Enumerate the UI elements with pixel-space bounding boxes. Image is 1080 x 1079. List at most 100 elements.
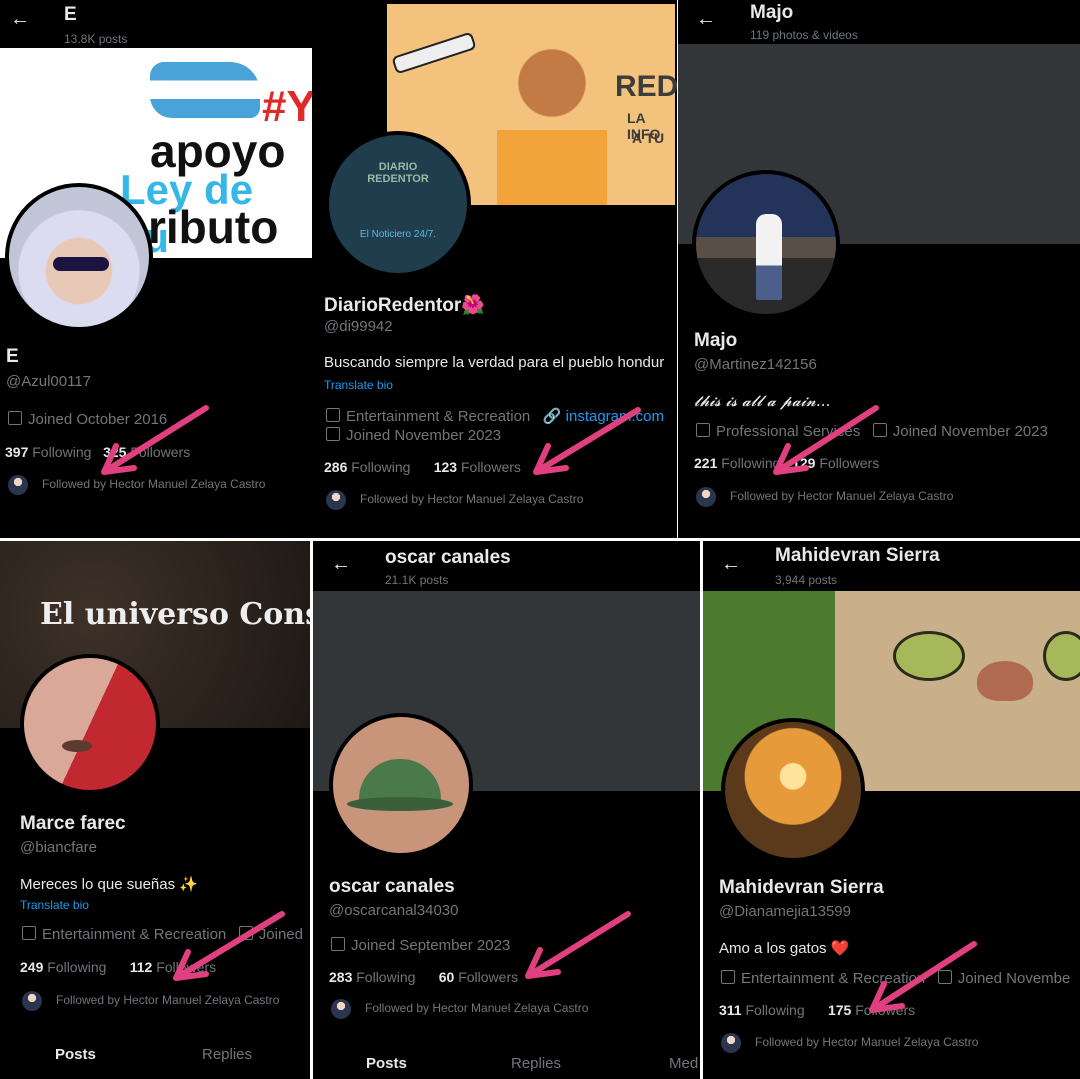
profile-name: E bbox=[6, 346, 19, 367]
avatar-eye bbox=[62, 740, 92, 752]
avatar[interactable] bbox=[5, 183, 153, 331]
followers-count[interactable]: 175 Followers bbox=[828, 1002, 915, 1018]
banner-brand: RED bbox=[615, 70, 677, 103]
hat-band bbox=[347, 797, 453, 811]
profile-category: Entertainment & Recreation Joined bbox=[22, 926, 303, 943]
mini-avatar bbox=[696, 487, 716, 507]
followers-count[interactable]: 112 Followers bbox=[130, 959, 216, 975]
mini-avatar bbox=[326, 490, 346, 510]
following-count[interactable]: 249 Following bbox=[20, 959, 106, 975]
following-count[interactable]: 283 Following bbox=[329, 969, 415, 985]
back-arrow-icon[interactable]: ← bbox=[721, 553, 741, 576]
followers-count[interactable]: 123 Followers bbox=[434, 459, 521, 475]
tab-posts[interactable]: Posts bbox=[366, 1055, 407, 1072]
cat-nose bbox=[977, 661, 1033, 701]
briefcase-icon bbox=[22, 926, 36, 940]
mini-avatar bbox=[22, 991, 42, 1011]
mini-avatar bbox=[8, 475, 28, 495]
profile-name: DiarioRedentor🌺 bbox=[324, 295, 485, 316]
profile-category: Entertainment & Recreation Joined Novemb… bbox=[721, 970, 1070, 987]
follow-counts: 221 Following 129 Followers bbox=[694, 455, 879, 471]
profile-topbar: ← Mahidevran Sierra 3,944 posts bbox=[703, 541, 1080, 589]
following-count[interactable]: 286 Following bbox=[324, 459, 410, 475]
followed-by[interactable]: Followed by Hector Manuel Zelaya Castro bbox=[326, 490, 583, 510]
topbar-title: Majo bbox=[750, 2, 794, 23]
joined-date: Joined November 2023 bbox=[326, 427, 501, 444]
followed-by[interactable]: Followed by Hector Manuel Zelaya Castro bbox=[696, 487, 953, 507]
back-arrow-icon[interactable]: ← bbox=[696, 8, 716, 31]
calendar-icon bbox=[937, 970, 952, 984]
follow-counts: 283 Following 60 Followers bbox=[329, 969, 518, 985]
profile-handle: @di99942 bbox=[324, 318, 393, 335]
broadcaster-figure bbox=[497, 34, 607, 205]
followers-count[interactable]: 129 Followers bbox=[792, 455, 879, 471]
following-count[interactable]: 397 Following bbox=[5, 444, 91, 460]
avatar-glasses bbox=[53, 257, 109, 271]
calendar-icon bbox=[326, 427, 340, 441]
tab-media[interactable]: Med bbox=[669, 1055, 698, 1072]
follow-counts: 397 Following 325 Followers bbox=[5, 444, 190, 460]
followed-by[interactable]: Followed by Hector Manuel Zelaya Castro bbox=[22, 991, 279, 1011]
profile-bio: 𝓽𝓱𝓲𝓼 𝓲𝓼 𝓪𝓵𝓵 𝓪 𝓹𝓪𝓲𝓷... bbox=[694, 392, 831, 410]
avatar[interactable] bbox=[721, 718, 865, 862]
back-arrow-icon[interactable]: ← bbox=[10, 8, 30, 31]
profile-website-link[interactable]: instagram.com bbox=[566, 408, 664, 425]
avatar[interactable]: DIARIO REDENTOR El Noticiero 24/7. bbox=[325, 131, 471, 277]
profile-topbar: ← E 13.8K posts bbox=[0, 0, 312, 46]
followed-by[interactable]: Followed by Hector Manuel Zelaya Castro bbox=[721, 1033, 978, 1053]
tab-posts[interactable]: Posts bbox=[55, 1046, 96, 1063]
profile-panel-e: ← E 13.8K posts #Y apoyo Ley de Ju ribut… bbox=[0, 0, 312, 538]
profile-panel-marce: El universo Cons Marce farec @biancfare … bbox=[0, 538, 310, 1079]
mini-avatar bbox=[331, 999, 351, 1019]
back-arrow-icon[interactable]: ← bbox=[331, 553, 351, 576]
topbar-post-count: 13.8K posts bbox=[64, 32, 128, 46]
topbar-post-count: 3,944 posts bbox=[775, 573, 838, 587]
profile-bio: Amo a los gatos ❤️ bbox=[719, 940, 850, 957]
topbar-title: oscar canales bbox=[385, 547, 511, 568]
followers-count[interactable]: 60 Followers bbox=[439, 969, 518, 985]
calendar-icon bbox=[331, 937, 345, 951]
calendar-icon bbox=[8, 411, 22, 425]
briefcase-icon bbox=[696, 423, 710, 437]
profile-panel-mahidevran: ← Mahidevran Sierra 3,944 posts Mahidevr… bbox=[703, 538, 1080, 1079]
avatar-caption: El Noticiero 24/7. bbox=[359, 229, 437, 240]
profile-handle: @biancfare bbox=[20, 839, 97, 856]
profile-name: Majo bbox=[694, 330, 738, 351]
briefcase-icon bbox=[721, 970, 735, 984]
cat-eye-right bbox=[1043, 631, 1080, 681]
flag-map-graphic bbox=[150, 62, 260, 118]
link-icon: 🔗 bbox=[542, 408, 562, 425]
topbar-title: Mahidevran Sierra bbox=[775, 545, 940, 566]
calendar-icon bbox=[872, 423, 887, 437]
profile-name: Mahidevran Sierra bbox=[719, 877, 884, 898]
profile-topbar: ← oscar canales 21.1K posts bbox=[313, 541, 700, 589]
followed-by[interactable]: Followed by Hector Manuel Zelaya Castro bbox=[8, 475, 265, 495]
followers-count[interactable]: 325 Followers bbox=[103, 444, 190, 460]
translate-bio-link[interactable]: Translate bio bbox=[20, 898, 89, 912]
profile-handle: @Azul00117 bbox=[6, 373, 92, 390]
profile-handle: @Dianamejia13599 bbox=[719, 903, 851, 920]
microphone-graphic bbox=[391, 31, 477, 75]
avatar[interactable] bbox=[329, 713, 473, 857]
topbar-media-count: 119 photos & videos bbox=[750, 28, 858, 42]
cat-eye-left bbox=[893, 631, 965, 681]
following-count[interactable]: 311 Following bbox=[719, 1002, 805, 1018]
translate-bio-link[interactable]: Translate bio bbox=[324, 378, 393, 392]
follow-counts: 286 Following 123 Followers bbox=[324, 459, 521, 475]
joined-date: Joined September 2023 bbox=[331, 937, 510, 954]
avatar[interactable] bbox=[20, 654, 160, 794]
tab-replies[interactable]: Replies bbox=[202, 1046, 252, 1063]
tab-replies[interactable]: Replies bbox=[511, 1055, 561, 1072]
profile-name: Marce farec bbox=[20, 813, 126, 834]
follow-counts: 311 Following 175 Followers bbox=[719, 1002, 915, 1018]
topbar-post-count: 21.1K posts bbox=[385, 573, 449, 587]
banner-tag2: A TU bbox=[632, 130, 665, 146]
topbar-title: E bbox=[64, 4, 77, 25]
following-count[interactable]: 221 Following bbox=[694, 455, 780, 471]
follow-counts: 249 Following 112 Followers bbox=[20, 959, 216, 975]
followed-by[interactable]: Followed by Hector Manuel Zelaya Castro bbox=[331, 999, 588, 1019]
calendar-icon bbox=[238, 926, 253, 940]
avatar[interactable] bbox=[692, 170, 840, 318]
avatar-person bbox=[756, 214, 782, 300]
profile-topbar: ← Majo 119 photos & videos bbox=[678, 0, 1080, 44]
